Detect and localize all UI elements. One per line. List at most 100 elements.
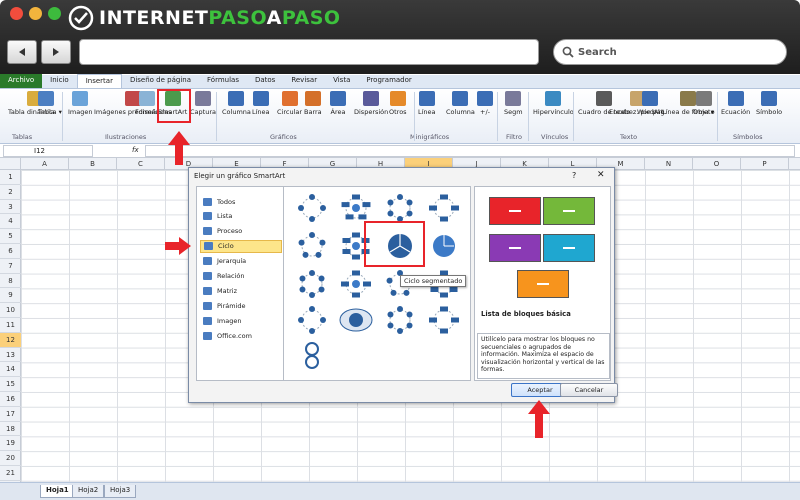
ribbon-button-image[interactable]: Imagen	[68, 91, 92, 116]
row-header[interactable]: 6	[0, 244, 21, 259]
row-header[interactable]: 3	[0, 200, 21, 215]
row-header[interactable]: 7	[0, 259, 21, 274]
tab-7[interactable]: Vista	[325, 74, 358, 88]
smartart-layout-thumbnail[interactable]	[292, 230, 332, 262]
ribbon-button-equation[interactable]: Ecuación	[721, 91, 750, 116]
column-header[interactable]: O	[693, 158, 741, 170]
ribbon-button-label: Columna	[222, 108, 251, 116]
tab-3[interactable]: Diseño de página	[122, 74, 199, 88]
smartart-layout-thumbnail[interactable]	[336, 304, 376, 336]
category-item[interactable]: Lista	[200, 210, 282, 223]
ribbon-button-scatter-chart[interactable]: Dispersión	[354, 91, 388, 116]
row-header[interactable]: 9	[0, 288, 21, 304]
ribbon-button-area-chart[interactable]: Área	[330, 91, 346, 116]
search-field[interactable]: Search	[553, 39, 787, 65]
ribbon-button-shapes[interactable]: Formas	[135, 91, 159, 116]
row-header[interactable]: 15	[0, 377, 21, 392]
smartart-layout-thumbnail[interactable]	[424, 230, 464, 262]
column-header[interactable]: N	[645, 158, 693, 170]
smartart-layout-thumbnail[interactable]	[292, 339, 332, 371]
ribbon-button-sparkline-line[interactable]: Línea	[418, 91, 436, 116]
row-header[interactable]: 14	[0, 362, 21, 378]
maximize-window-dot[interactable]	[48, 7, 61, 20]
smartart-layout-thumbnail[interactable]	[292, 268, 332, 300]
help-icon[interactable]: ?	[572, 171, 576, 180]
ribbon-button-pie-chart[interactable]: Circular	[277, 91, 302, 116]
sheet-tab[interactable]: Hoja2	[72, 485, 105, 498]
tab-8[interactable]: Programador	[358, 74, 419, 88]
sheet-tab[interactable]: Hoja3	[104, 485, 137, 498]
row-header[interactable]: 10	[0, 303, 21, 318]
group-label: Símbolos	[733, 133, 763, 141]
tab-5[interactable]: Datos	[247, 74, 283, 88]
select-all-corner[interactable]	[0, 158, 21, 170]
tab-6[interactable]: Revisar	[283, 74, 325, 88]
sheet-tab[interactable]: Hoja1	[40, 485, 75, 498]
smartart-layout-thumbnail[interactable]	[380, 304, 420, 336]
ribbon-button-table[interactable]: Tabla	[38, 91, 55, 116]
row-header[interactable]: 13	[0, 348, 21, 363]
forward-button[interactable]	[41, 40, 71, 64]
cancel-button[interactable]: Cancelar	[560, 383, 618, 397]
row-header[interactable]: 5	[0, 229, 21, 244]
tab-2[interactable]: Insertar	[76, 74, 122, 88]
pie-chart-icon	[281, 91, 298, 106]
address-bar[interactable]	[79, 39, 539, 65]
row-header[interactable]: 16	[0, 392, 21, 407]
fx-icon[interactable]: fx	[132, 145, 139, 156]
ribbon-button-wordart[interactable]: WordArt	[637, 91, 663, 116]
column-header[interactable]: A	[21, 158, 69, 170]
category-item[interactable]: Relación	[200, 270, 282, 283]
row-header[interactable]: 12	[0, 332, 21, 348]
row-header[interactable]: 4	[0, 214, 21, 230]
formula-input[interactable]	[145, 145, 795, 157]
back-button[interactable]	[7, 40, 37, 64]
ribbon-button-symbol[interactable]: Símbolo	[756, 91, 782, 116]
smartart-layout-thumbnail[interactable]	[292, 304, 332, 336]
ribbon-button-sparkline-column[interactable]: Columna	[446, 91, 475, 116]
ribbon-button-screenshot[interactable]: Captura	[190, 91, 216, 116]
ribbon-button-object[interactable]: Objeto	[693, 91, 715, 116]
row-header[interactable]: 2	[0, 185, 21, 200]
ribbon-button-slicer[interactable]: Segm	[504, 91, 523, 116]
ribbon-button-other-charts[interactable]: Otros	[389, 91, 407, 116]
row-header[interactable]: 21	[0, 466, 21, 481]
smartart-layout-thumbnail[interactable]	[292, 192, 332, 224]
row-header[interactable]: 20	[0, 451, 21, 466]
category-item[interactable]: Proceso	[200, 225, 282, 238]
row-header[interactable]: 11	[0, 318, 21, 333]
category-item[interactable]: Pirámide	[200, 299, 282, 312]
category-item[interactable]: Office.com	[200, 329, 282, 342]
smartart-layout-thumbnail[interactable]	[424, 192, 464, 224]
close-window-dot[interactable]	[10, 7, 23, 20]
column-header[interactable]: C	[117, 158, 165, 170]
minimize-window-dot[interactable]	[29, 7, 42, 20]
category-item[interactable]: Ciclo	[200, 239, 282, 253]
column-header[interactable]: B	[69, 158, 117, 170]
row-header[interactable]: 17	[0, 407, 21, 422]
row-header[interactable]: 18	[0, 422, 21, 437]
row-header[interactable]: 1	[0, 170, 21, 185]
ribbon-button-line-chart[interactable]: Línea	[252, 91, 270, 116]
tab-1[interactable]: Inicio	[42, 74, 77, 88]
row-header[interactable]: 19	[0, 436, 21, 452]
smartart-layout-thumbnail[interactable]	[380, 192, 420, 224]
category-item[interactable]: Todos	[200, 195, 282, 208]
smartart-layout-thumbnail[interactable]	[424, 304, 464, 336]
smartart-layout-thumbnail[interactable]	[336, 192, 376, 224]
name-box[interactable]: I12	[3, 145, 93, 157]
smartart-layout-thumbnail[interactable]	[336, 268, 376, 300]
category-item[interactable]: Imagen	[200, 314, 282, 327]
tab-4[interactable]: Fórmulas	[199, 74, 247, 88]
ribbon-button-bar-chart[interactable]: Barra	[304, 91, 322, 116]
ribbon-button-hyperlink[interactable]: Hipervínculo	[533, 91, 574, 116]
category-item[interactable]: Jerarquía	[200, 255, 282, 268]
row-header[interactable]: 8	[0, 274, 21, 289]
ribbon-button-sparkline-winloss[interactable]: +/-	[477, 91, 493, 116]
ribbon-button-column-chart[interactable]: Columna	[222, 91, 251, 116]
ribbon-button-label: Formas	[135, 108, 159, 116]
column-header[interactable]: P	[741, 158, 789, 170]
category-item[interactable]: Matriz	[200, 284, 282, 297]
close-icon[interactable]: ✕	[597, 170, 605, 180]
tab-0[interactable]: Archivo	[0, 74, 43, 88]
